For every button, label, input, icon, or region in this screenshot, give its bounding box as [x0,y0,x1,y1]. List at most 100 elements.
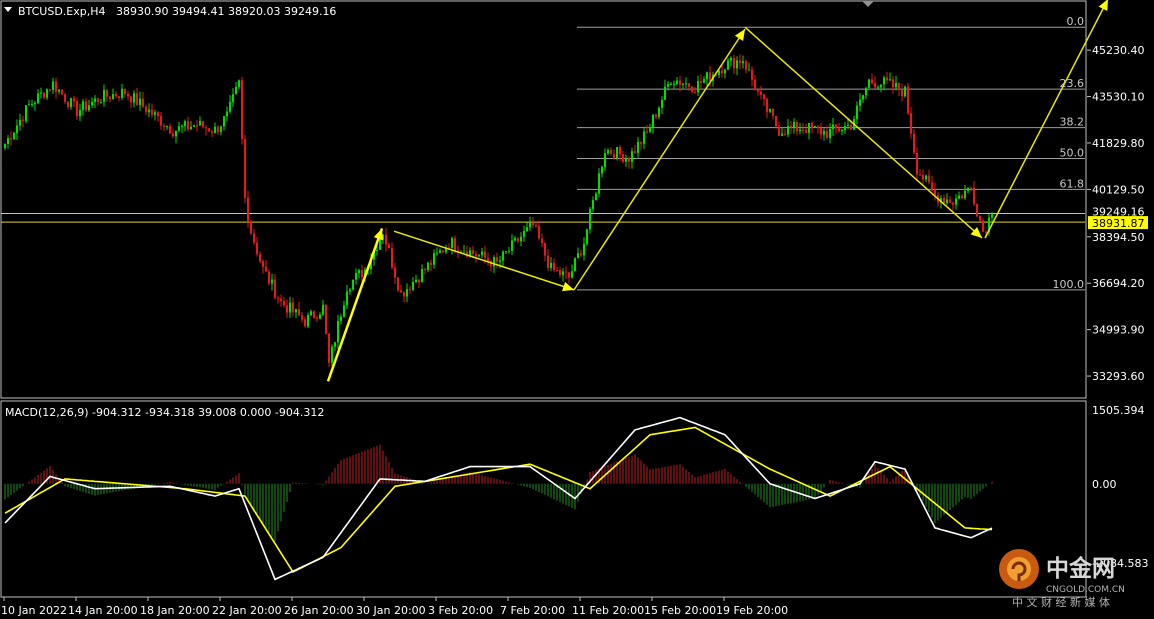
candle-body [820,127,822,135]
candle-body [703,79,705,83]
candle-body [442,250,444,253]
candle-body [262,261,264,267]
candle-body [25,105,27,121]
candle-body [121,88,123,99]
candle-body [550,262,552,268]
time-tick-label: 10 Jan 2022 [1,604,67,617]
candle-body [274,279,276,298]
candle-body [64,94,66,102]
candle-body [259,254,261,262]
candle-body [499,260,501,262]
candle-body [607,149,609,154]
candle-body [94,98,96,102]
watermark-url: CNGOLD.COM.CN [1046,585,1125,595]
candle-body [508,250,510,252]
candle-body [700,80,702,83]
price-tick-label: 34993.90 [1092,324,1145,337]
fib-level-label: 0.0 [1067,15,1085,28]
candle-body [34,103,36,105]
candle-body [226,111,228,117]
candle-body [409,289,411,291]
candle-body [298,309,300,316]
candle-body [55,81,57,92]
candle-body [562,271,564,275]
fib-level-label: 61.8 [1060,177,1085,190]
candle-body [70,98,72,107]
candle-body [904,86,906,97]
candle-body [736,60,738,69]
candle-body [232,94,234,102]
candle-body [535,225,537,227]
macd-header: MACD(12,26,9) -904.312 -934.318 39.008 0… [5,406,324,419]
time-tick-label: 26 Jan 20:00 [284,604,354,617]
candle-body [733,57,735,69]
candle-body [955,198,957,205]
candle-body [580,253,582,256]
candle-body [670,83,672,85]
candle-body [139,98,141,106]
candle-body [505,251,507,253]
candle-body [190,126,192,130]
candle-body [682,83,684,85]
candle-body [907,86,909,114]
candle-body [205,127,207,129]
candle-body [745,61,747,70]
candle-body [19,119,21,126]
price-tick-label: 43530.10 [1092,91,1145,104]
price-tick-label: 40129.50 [1092,183,1145,196]
candle-body [481,251,483,256]
candle-body [247,197,249,222]
candle-body [919,174,921,176]
candle-body [982,220,984,232]
candle-body [625,157,627,162]
candle-body [676,80,678,84]
candle-body [268,271,270,284]
candle-body [97,98,99,103]
price-tick-label: 41829.80 [1092,137,1145,150]
candle-body [517,238,519,242]
candle-body [142,98,144,107]
candle-body [622,154,624,162]
candle-body [646,131,648,133]
candle-body [913,133,915,153]
candle-body [151,109,153,115]
candle-body [82,101,84,111]
candle-body [124,88,126,94]
time-tick-label: 14 Jan 20:00 [68,604,138,617]
candle-body [202,120,204,128]
candle-body [127,93,129,97]
candle-body [538,226,540,239]
candle-body [61,89,63,95]
candle-body [355,273,357,280]
candle-body [175,130,177,137]
candle-body [673,83,675,85]
candle-body [397,277,399,291]
candle-body [244,139,246,198]
candle-body [880,84,882,88]
candle-body [850,124,852,130]
candle-body [325,304,327,334]
candle-body [862,95,864,100]
candle-body [352,279,354,290]
candle-body [229,101,231,112]
candle-body [301,315,303,320]
candle-body [739,60,741,64]
candle-body [760,91,762,95]
candle-body [433,253,435,265]
candle-body [730,57,732,61]
candle-body [931,182,933,190]
time-tick-label: 11 Feb 20:00 [572,604,644,617]
candle-body [148,109,150,113]
candle-body [583,243,585,256]
candle-body [100,101,102,103]
candle-body [271,279,273,284]
candle-body [544,243,546,256]
candle-body [958,195,960,199]
candle-body [793,122,795,128]
candle-body [292,302,294,313]
candle-body [628,157,630,162]
candle-body [979,216,981,221]
candle-body [598,173,600,194]
candle-body [679,80,681,85]
candle-body [106,90,108,97]
